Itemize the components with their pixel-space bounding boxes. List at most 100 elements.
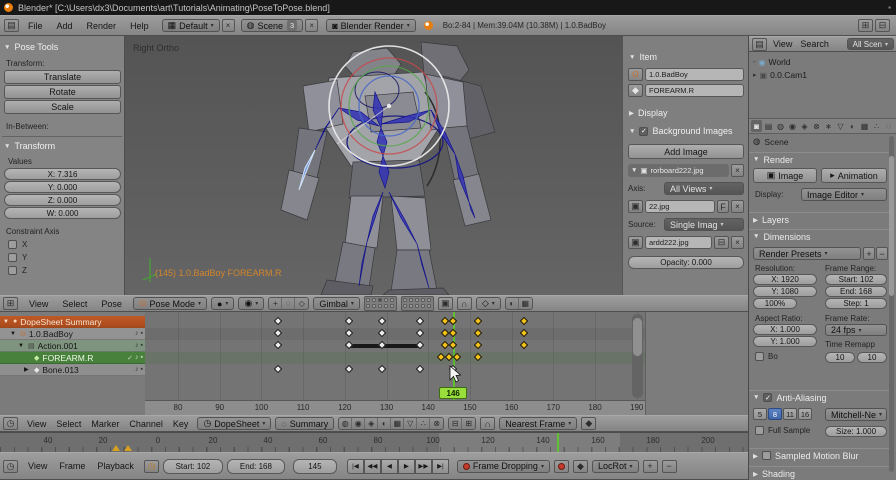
render-animation-button[interactable]: ▸ Animation	[821, 168, 887, 183]
aa-sample-8[interactable]: 8	[768, 408, 782, 420]
screen-corner-icon[interactable]: ⊞	[858, 19, 873, 32]
item-panel-header[interactable]: ▼ Item	[629, 52, 657, 62]
axis-checkbox-row[interactable]: Y	[8, 253, 27, 262]
channel-toggle-icon[interactable]: ✓	[127, 354, 133, 362]
expand-triangle-icon[interactable]: ▶	[629, 109, 634, 117]
viewport-canvas[interactable]: Right Ortho (145) 1.0.BadBoy FOREARM.R	[125, 36, 622, 296]
aa-sample-16[interactable]: 16	[798, 408, 812, 420]
dopesheet-channel[interactable]: ▼ ● DopeSheet Summary	[0, 316, 145, 328]
editor-type-icon[interactable]: ⊞	[3, 297, 18, 310]
fake-user-button[interactable]: F	[717, 200, 729, 213]
expand-icon[interactable]: ▶	[24, 366, 31, 373]
collapse-triangle-icon[interactable]: ▼	[4, 44, 10, 51]
collapse-triangle-icon[interactable]: ▼	[753, 233, 759, 240]
collapse-triangle-icon[interactable]: ▼	[629, 128, 635, 135]
editor-type-icon[interactable]: ◷	[3, 459, 18, 473]
frame-start-field[interactable]: Start: 102	[825, 274, 887, 285]
display-dropdown[interactable]: Image Editor ▾	[801, 188, 887, 201]
menu-item[interactable]: Frame	[53, 461, 91, 471]
mode-dropdown[interactable]: ⊙ Pose Mode ▾	[132, 297, 207, 310]
render-tab[interactable]: ◙	[751, 120, 762, 132]
menu-item[interactable]: Pose	[94, 299, 129, 309]
checkbox[interactable]	[8, 253, 17, 262]
menu-item[interactable]: File	[21, 21, 50, 31]
collapse-triangle-icon[interactable]: ▼	[4, 143, 10, 150]
timeline-marker-icon[interactable]	[112, 445, 120, 451]
menu-item[interactable]: View	[22, 299, 55, 309]
collapse-triangle-icon[interactable]: ▼	[631, 167, 637, 174]
source-dropdown[interactable]: Single Imag ▾	[664, 218, 744, 231]
end-frame-field[interactable]: End: 168	[226, 458, 285, 474]
previous-keyframe-button[interactable]: ◀◀	[363, 458, 381, 474]
data-tab[interactable]: ▽	[835, 120, 846, 132]
full-sample-checkbox-row[interactable]: Full Sample	[755, 426, 810, 435]
keyframe-diamond[interactable]	[378, 316, 387, 326]
snap-element-dropdown[interactable]: ◇ ▾	[475, 297, 501, 310]
current-frame-field[interactable]: 145	[292, 458, 337, 474]
expand-icon[interactable]: ▼	[10, 331, 17, 337]
channel-toggle-icon[interactable]: ♪	[135, 342, 139, 349]
image-icon[interactable]: ▣	[628, 236, 643, 249]
keyframe-diamond[interactable]	[473, 340, 483, 350]
expand-triangle-icon[interactable]: ▶	[753, 216, 758, 224]
collapse-triangle-icon[interactable]: ▼	[753, 394, 759, 401]
keyframe-diamond[interactable]	[378, 364, 387, 374]
menu-item[interactable]: Key	[168, 419, 194, 429]
keyframe-diamond[interactable]	[344, 316, 354, 326]
copy-keyframes-icon[interactable]: ⊟	[449, 418, 463, 429]
scrollbar-handle[interactable]	[889, 156, 894, 296]
properties-scrollbar[interactable]	[889, 136, 894, 472]
dopesheet-frame-ruler[interactable]: 80 90 100 110 120 130 140 150 160 170 180 190	[145, 400, 645, 415]
material-tab[interactable]: ◐	[847, 120, 858, 132]
timeline-current-frame-line[interactable]	[556, 433, 559, 452]
render-panel-header[interactable]: ▼ Render	[749, 152, 891, 166]
display-panel-header[interactable]: ▶ Display	[629, 108, 668, 118]
image-file-field[interactable]: 22.jpg	[645, 200, 715, 213]
render-layers-tab[interactable]: ▤	[763, 120, 774, 132]
channel-toggle-icon[interactable]: ▪	[141, 330, 143, 337]
frame-rate-dropdown[interactable]: 24 fps ▾	[825, 324, 887, 336]
filter-shape-icon[interactable]: ▽	[404, 418, 418, 429]
play-button[interactable]: ▶	[397, 458, 415, 474]
editor-type-icon[interactable]: ▤	[752, 37, 767, 51]
axis-checkbox-row[interactable]: X	[8, 240, 27, 249]
keyframe-diamond[interactable]	[519, 340, 529, 350]
texture-tab[interactable]: ▦	[859, 120, 870, 132]
outliner-item[interactable]: ▸ ▣ 0.0.Cam1	[753, 69, 807, 81]
collapse-triangle-icon[interactable]: ▼	[629, 54, 635, 61]
image-path-field[interactable]: ardd222.jpg	[645, 236, 712, 249]
collapse-triangle-icon[interactable]: ▼	[753, 156, 759, 163]
axis-dropdown[interactable]: All Views ▾	[664, 182, 744, 195]
pose-tool-button[interactable]: Scale	[4, 100, 121, 114]
pose-tool-button[interactable]: Rotate	[4, 85, 121, 99]
keyframe-diamond[interactable]	[273, 364, 283, 374]
keyframe-diamond[interactable]	[273, 316, 283, 326]
menu-item[interactable]: Marker	[86, 419, 124, 429]
background-images-panel-header[interactable]: ▼ ✓ Background Images	[629, 126, 732, 136]
timeline-ruler[interactable]: 40 20 0 20 40 60 80 100 120 140 160 180 200	[0, 432, 748, 452]
filter-texture-icon[interactable]: ▦	[391, 418, 405, 429]
filter-material-icon[interactable]: ◐	[378, 418, 392, 429]
object-tab[interactable]: ◈	[799, 120, 810, 132]
layers-widget[interactable]	[363, 296, 397, 311]
aspect-y-field[interactable]: Y: 1.000	[753, 336, 817, 347]
channel-toggle-icon[interactable]: ♪	[135, 366, 139, 373]
menu-item[interactable]: Help	[123, 21, 156, 31]
render-still-icon[interactable]: ◐	[506, 298, 519, 309]
paste-keyframes-icon[interactable]: ⊞	[462, 418, 475, 429]
expand-triangle-icon[interactable]: ▶	[753, 470, 758, 478]
physics-tab[interactable]: ◌	[883, 120, 894, 132]
dopesheet-mode-dropdown[interactable]: ◷ DopeSheet ▾	[197, 417, 272, 430]
constraints-tab[interactable]: ⊗	[811, 120, 822, 132]
delete-keyframe-button[interactable]: −	[661, 459, 677, 473]
expand-icon[interactable]: ▼	[18, 343, 25, 349]
menu-item[interactable]: Playback	[91, 461, 140, 471]
channel-toggle-icon[interactable]: ♪	[135, 354, 139, 362]
sync-mode-dropdown[interactable]: Frame Dropping ▾	[456, 459, 550, 473]
transform-panel-header[interactable]: ▼ Transform	[4, 141, 55, 151]
summary-toggle[interactable]: ◌ Summary	[275, 417, 335, 430]
menu-item[interactable]: View	[22, 419, 51, 429]
lock-icon[interactable]: ▣	[437, 297, 453, 310]
expand-icon[interactable]: ▸	[753, 71, 757, 79]
dopesheet-channel[interactable]: ◆ FOREARM.R ✓ ♪ ▪	[0, 352, 145, 364]
